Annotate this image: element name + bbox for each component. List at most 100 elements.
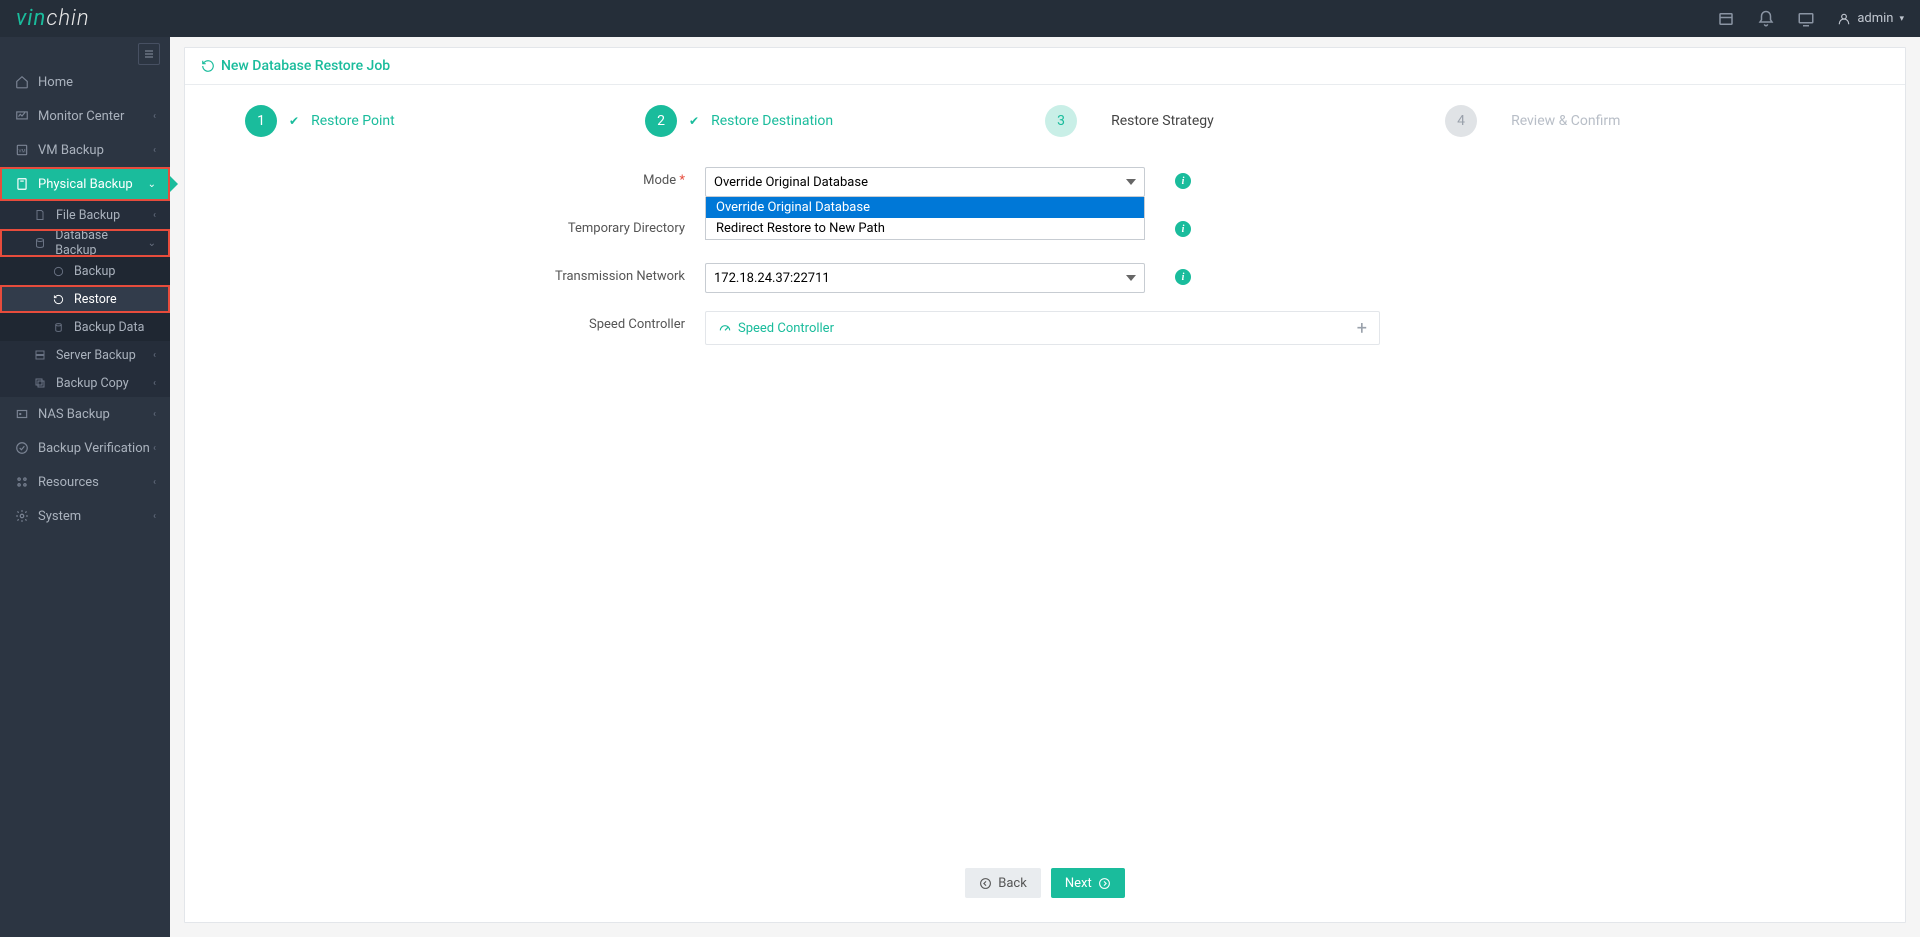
restore-icon [201,59,215,73]
step-restore-point[interactable]: 1 ✔ Restore Point [245,105,645,137]
step-number: 4 [1445,105,1477,137]
check-icon: ✔ [289,114,299,128]
sidebar-toggle-button[interactable] [138,43,160,65]
gear-icon [14,509,30,523]
label-text: Transmission Network [555,269,685,284]
step-label: Restore Destination [711,113,833,129]
required-asterisk: * [679,173,685,188]
chevron-left-icon: ‹ [153,511,156,522]
mode-select[interactable]: Override Original Database [705,167,1145,197]
sidebar-item-home[interactable]: Home [0,65,170,99]
step-number: 3 [1045,105,1077,137]
chevron-left-icon: ‹ [153,477,156,488]
sidebar-item-resources[interactable]: Resources ‹ [0,465,170,499]
step-label: Review & Confirm [1511,113,1620,129]
sidebar-sub-file-backup[interactable]: File Backup ‹ [0,201,170,229]
nas-icon [14,407,30,421]
sidebar-sub-database-backup[interactable]: Database Backup ⌄ [0,229,170,257]
page-title: New Database Restore Job [221,58,390,74]
sidebar-sub-backup-copy[interactable]: Backup Copy ‹ [0,369,170,397]
sidebar-item-label: Restore [74,292,117,307]
step-number: 1 [245,105,277,137]
speed-control: Speed Controller + [705,311,1380,345]
chevron-left-icon: ‹ [153,111,156,122]
main-area: New Database Restore Job 1 ✔ Restore Poi… [170,37,1920,937]
sidebar-item-monitor-center[interactable]: Monitor Center ‹ [0,99,170,133]
sidebar-item-nas-backup[interactable]: NAS Backup ‹ [0,397,170,431]
sidebar-item-label: VM Backup [38,143,104,158]
chevron-down-icon: ⌄ [148,238,156,249]
footer-buttons: Back Next [185,852,1905,922]
sidebar-item-label: System [38,509,81,524]
trans-net-select[interactable]: 172.18.24.37:22711 [705,263,1145,293]
home-icon [14,75,30,89]
backup-icon [50,266,66,277]
check-icon: ✔ [689,114,699,128]
chevron-left-icon: ‹ [153,409,156,420]
logo: vinchin [16,6,90,31]
temp-dir-label: Temporary Directory [185,215,705,236]
mode-dropdown: Override Original Database Redirect Rest… [705,197,1145,240]
form-row-mode: Mode * Override Original Database i Over… [185,167,1905,197]
sidebar-sub-backup[interactable]: Backup [0,257,170,285]
user-menu[interactable]: admin ▾ [1837,11,1904,26]
vm-icon: VM [14,143,30,157]
plus-icon[interactable]: + [1357,318,1367,339]
step-number: 2 [645,105,677,137]
sidebar-item-label: Backup Copy [56,376,129,391]
info-icon[interactable]: i [1175,173,1191,189]
tasks-icon[interactable] [1717,10,1735,28]
button-label: Next [1065,876,1092,891]
back-button[interactable]: Back [965,868,1041,898]
sidebar-item-physical-backup[interactable]: Physical Backup ⌄ [0,167,170,201]
mode-option-redirect[interactable]: Redirect Restore to New Path [706,218,1144,239]
sidebar-item-label: Home [38,75,73,90]
verify-icon [14,441,30,455]
chevron-down-icon: ▾ [1899,14,1904,24]
header-right: admin ▾ [1717,10,1904,28]
trans-net-control: 172.18.24.37:22711 [705,263,1145,293]
sidebar-item-system[interactable]: System ‹ [0,499,170,533]
mode-label: Mode * [185,167,705,188]
mode-option-override[interactable]: Override Original Database [706,197,1144,218]
sidebar-sub-restore[interactable]: Restore [0,285,170,313]
form-row-speed: Speed Controller Speed Controller + [185,311,1905,345]
chevron-down-icon: ⌄ [148,179,156,190]
sidebar-item-label: Server Backup [56,348,136,363]
chevron-left-icon: ‹ [153,210,156,221]
step-label: Restore Point [311,113,395,129]
sidebar-item-label: Backup Verification [38,441,150,456]
sidebar-item-label: NAS Backup [38,407,110,422]
info-icon[interactable]: i [1175,269,1191,285]
monitor-center-icon [14,109,30,123]
next-button[interactable]: Next [1051,868,1125,898]
active-triangle [170,176,178,192]
sidebar-item-vm-backup[interactable]: VM VM Backup ‹ [0,133,170,167]
physical-backup-icon [14,177,30,191]
label-text: Speed Controller [589,317,685,332]
sidebar-item-backup-verification[interactable]: Backup Verification ‹ [0,431,170,465]
step-review-confirm: 4 ✔ Review & Confirm [1445,105,1845,137]
speed-controller-link[interactable]: Speed Controller [718,321,834,336]
main-panel: New Database Restore Job 1 ✔ Restore Poi… [184,47,1906,923]
sidebar-item-label: Backup [74,264,115,279]
arrow-right-icon [1098,877,1111,890]
user-label: admin [1857,11,1893,26]
restore-icon [50,294,66,305]
sidebar-sub-backup-data[interactable]: Backup Data [0,313,170,341]
chevron-left-icon: ‹ [153,350,156,361]
info-icon[interactable]: i [1175,221,1191,237]
bell-icon[interactable] [1757,10,1775,28]
sidebar-item-label: Backup Data [74,320,144,335]
server-icon [32,349,48,361]
sidebar-item-label: Resources [38,475,99,490]
step-restore-strategy[interactable]: 3 ✔ Restore Strategy [1045,105,1445,137]
wizard-steps: 1 ✔ Restore Point 2 ✔ Restore Destinatio… [185,85,1905,147]
chevron-left-icon: ‹ [153,145,156,156]
form-row-trans-net: Transmission Network 172.18.24.37:22711 … [185,263,1905,293]
step-restore-destination[interactable]: 2 ✔ Restore Destination [645,105,1045,137]
sidebar-sub-server-backup[interactable]: Server Backup ‹ [0,341,170,369]
speed-label: Speed Controller [185,311,705,332]
monitor-icon[interactable] [1797,10,1815,28]
trans-net-label: Transmission Network [185,263,705,284]
